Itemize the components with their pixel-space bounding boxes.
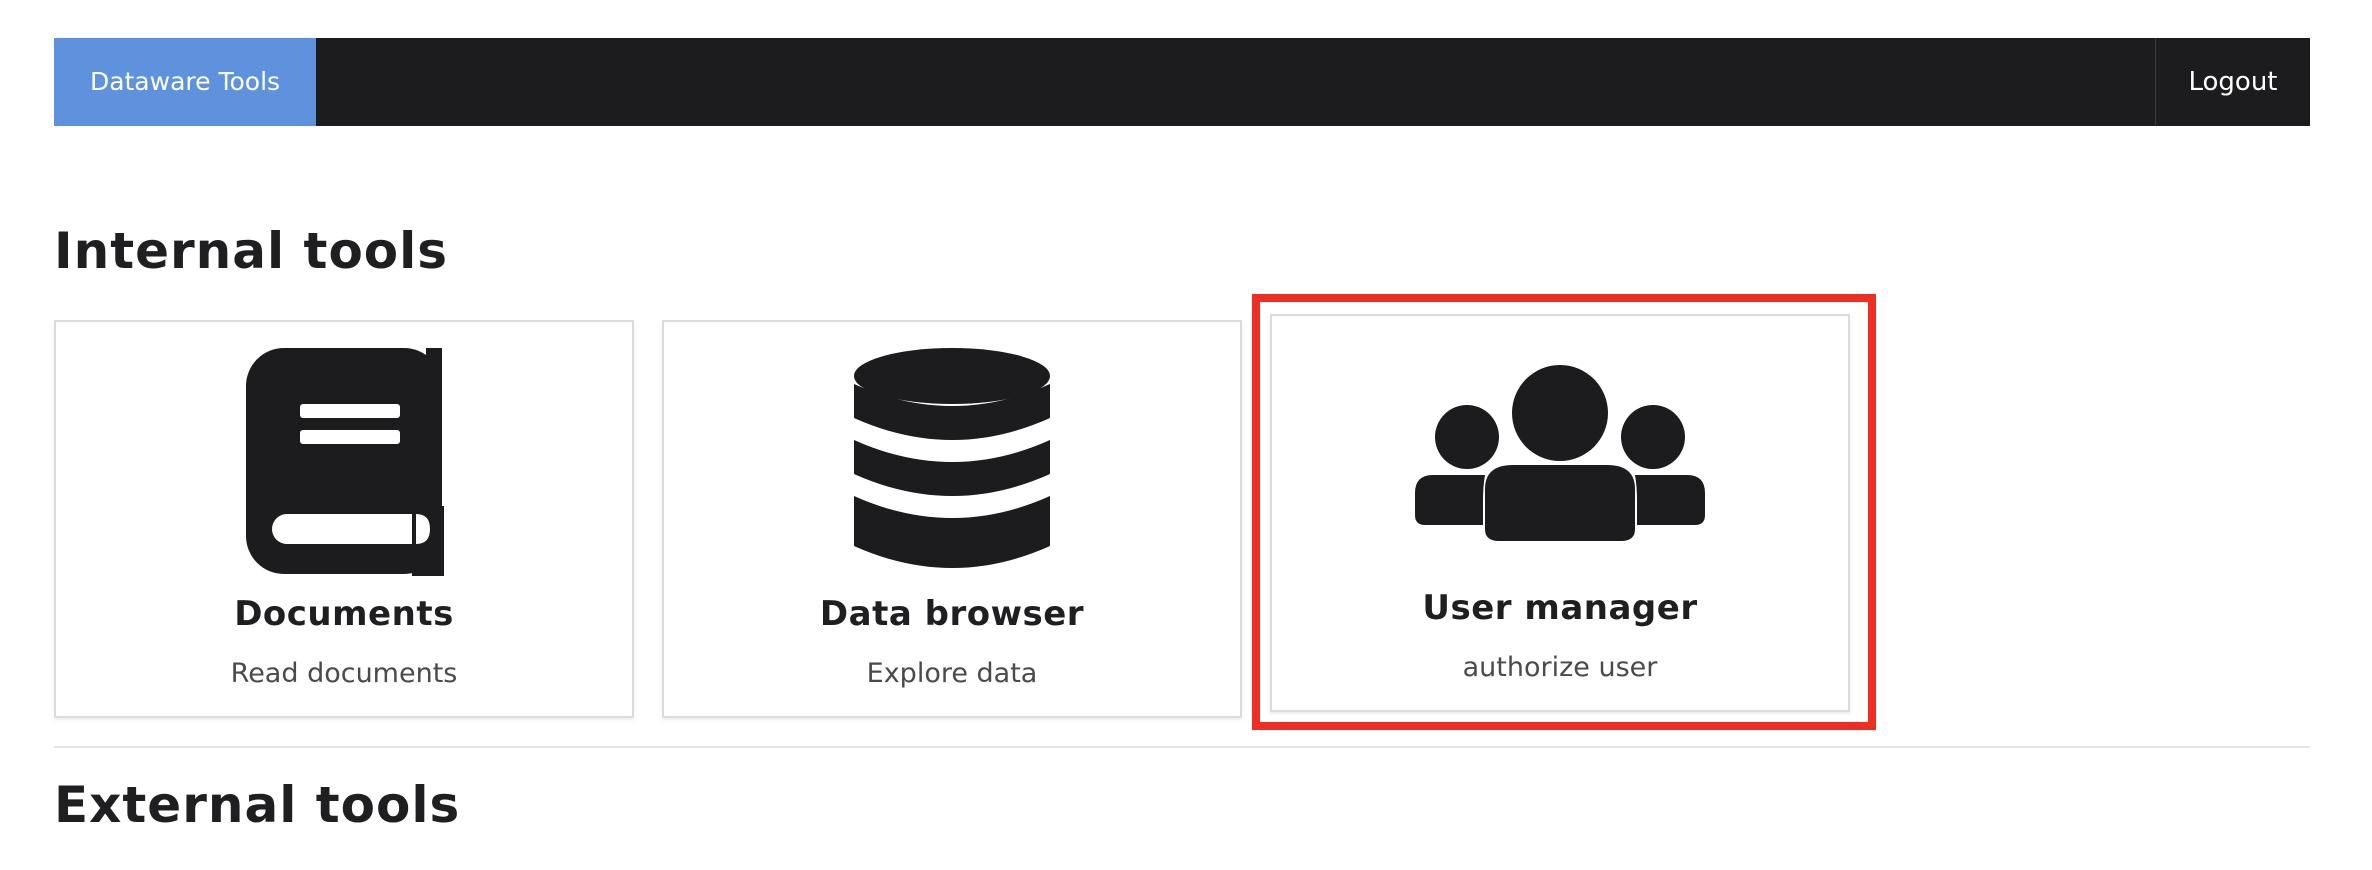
card-title: User manager [1422, 588, 1698, 628]
card-title: Data browser [819, 594, 1085, 634]
card-description: Explore data [866, 658, 1038, 689]
tool-card-user-manager[interactable]: User manager authorize user [1270, 314, 1850, 712]
users-icon [1272, 340, 1848, 570]
book-icon [56, 346, 632, 576]
external-tools-heading: External tools [54, 776, 461, 834]
tool-card-documents[interactable]: Documents Read documents [54, 320, 634, 718]
card-description: Read documents [230, 658, 458, 689]
tool-card-data-browser[interactable]: Data browser Explore data [662, 320, 1242, 718]
card-description: authorize user [1462, 652, 1658, 683]
top-navbar: Dataware Tools Logout [54, 38, 2310, 126]
section-divider [54, 746, 2310, 748]
logout-button[interactable]: Logout [2155, 38, 2310, 126]
internal-tools-heading: Internal tools [54, 222, 449, 280]
card-title: Documents [234, 594, 454, 634]
brand-link[interactable]: Dataware Tools [54, 38, 316, 126]
database-icon [664, 346, 1240, 576]
